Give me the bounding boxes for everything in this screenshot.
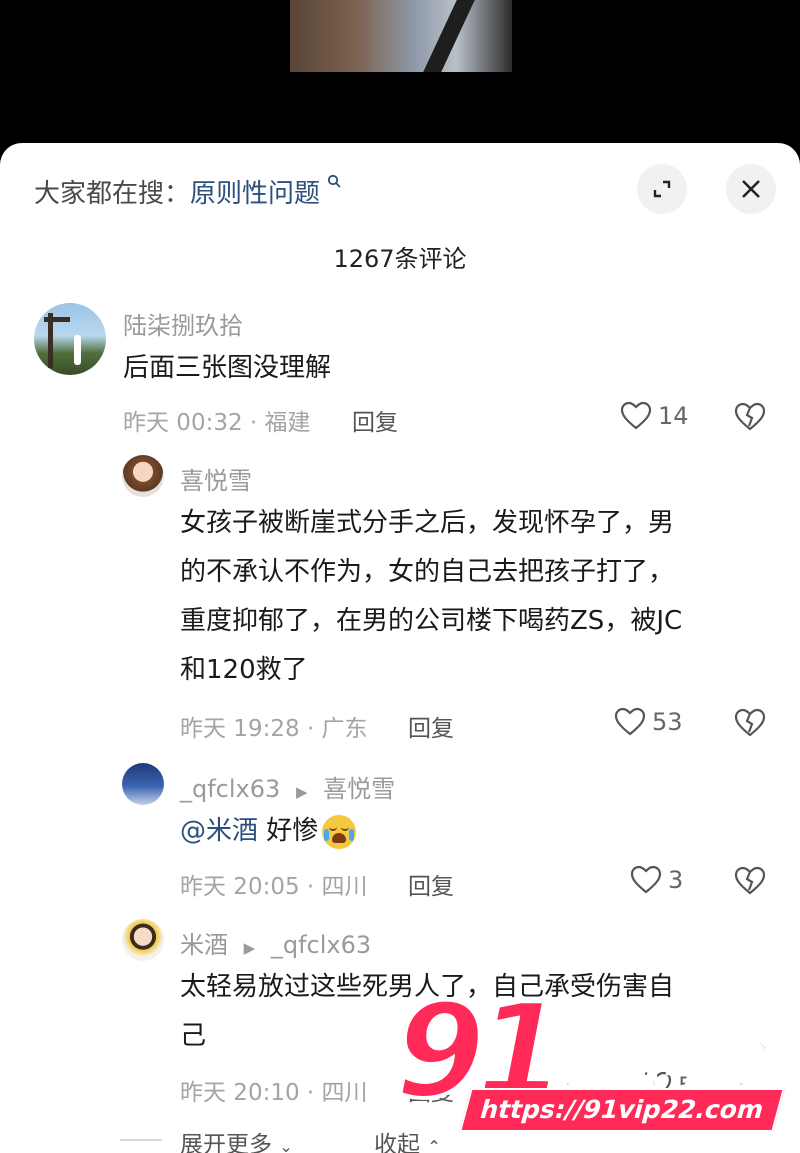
- comment-author[interactable]: _qfclx63: [180, 775, 280, 803]
- reply-button[interactable]: 回复: [408, 867, 454, 901]
- expand-more-label: 展开更多: [180, 1132, 272, 1153]
- avatar[interactable]: [122, 455, 164, 497]
- avatar[interactable]: [122, 763, 164, 805]
- comment-line: 己: [180, 1021, 207, 1051]
- heart-icon: [640, 1071, 672, 1100]
- comment-body: 好惨: [266, 816, 319, 846]
- close-icon: [742, 180, 760, 198]
- like-button[interactable]: 3: [630, 865, 683, 895]
- like-button[interactable]: 5: [640, 1071, 693, 1101]
- comment-time-location: 昨天 00:32 · 福建: [123, 410, 311, 436]
- reply-arrow-icon: ▶: [243, 939, 256, 957]
- like-count: 53: [652, 708, 683, 736]
- video-area[interactable]: [0, 0, 800, 160]
- divider: [120, 1139, 162, 1141]
- reply-button[interactable]: 回复: [352, 403, 398, 437]
- heart-icon: [630, 865, 662, 894]
- avatar[interactable]: [34, 303, 106, 375]
- comment-username[interactable]: _qfclx63 ▶ 喜悦雪: [180, 769, 395, 804]
- like-count: 5: [678, 1072, 694, 1100]
- reply-target-user[interactable]: 喜悦雪: [323, 775, 395, 803]
- comment-line: 和120救了: [180, 655, 308, 685]
- heart-icon: [614, 707, 646, 736]
- chevron-down-icon: ⌄: [279, 1137, 293, 1153]
- comment-time-location: 昨天 20:05 · 四川: [180, 874, 368, 900]
- reply-arrow-icon: ▶: [295, 783, 308, 801]
- collapse-label: 收起: [374, 1132, 420, 1153]
- dislike-button[interactable]: [734, 866, 766, 900]
- broken-heart-icon: [734, 708, 766, 737]
- comment-text: 女孩子被断崖式分手之后，发现怀孕了，男 的不承认不作为，女的自己去把孩子打了， …: [180, 499, 770, 695]
- reply-target-user[interactable]: _qfclx63: [271, 931, 371, 959]
- comment-author[interactable]: 米酒: [180, 931, 228, 959]
- avatar[interactable]: [122, 919, 164, 961]
- search-icon: [322, 173, 341, 192]
- chevron-up-icon: ⌃: [427, 1137, 441, 1153]
- reply-button[interactable]: 回复: [408, 1073, 454, 1107]
- comment-text: 太轻易放过这些死男人了，自己承受伤害自 己: [180, 963, 770, 1061]
- heart-icon: [620, 401, 652, 430]
- expand-more-button[interactable]: 展开更多 ⌄: [180, 1125, 293, 1153]
- comment-username[interactable]: 喜悦雪: [180, 461, 252, 496]
- comment-count: 1267条评论: [333, 245, 467, 273]
- expand-button[interactable]: [637, 164, 687, 214]
- reply-button[interactable]: 回复: [408, 709, 454, 743]
- comment-time-location: 昨天 19:28 · 广东: [180, 716, 368, 742]
- hot-search-prefix: 大家都在搜：: [34, 179, 191, 209]
- video-thumbnail: [290, 0, 512, 72]
- comment-username[interactable]: 米酒 ▶ _qfclx63: [180, 925, 371, 960]
- hot-search-suggestion[interactable]: 大家都在搜：原则性问题: [34, 173, 341, 210]
- dislike-button[interactable]: [734, 708, 766, 742]
- comment-text: @米酒 好惨: [180, 807, 357, 856]
- close-button[interactable]: [726, 164, 776, 214]
- like-count: 14: [658, 402, 689, 430]
- mention-link[interactable]: @米酒: [180, 816, 258, 846]
- comment-line: 女孩子被断崖式分手之后，发现怀孕了，男: [180, 508, 675, 538]
- broken-heart-icon: [734, 866, 766, 895]
- comment-line: 太轻易放过这些死男人了，自己承受伤害自: [180, 972, 675, 1002]
- comment-time-location: 昨天 20:10 · 四川: [180, 1080, 368, 1106]
- like-button[interactable]: 14: [620, 401, 689, 431]
- comment-username[interactable]: 陆柒捌玖拾: [123, 306, 243, 341]
- comment-line: 重度抑郁了，在男的公司楼下喝药ZS，被JC: [180, 606, 683, 636]
- hot-search-keyword[interactable]: 原则性问题: [190, 179, 320, 209]
- collapse-button[interactable]: 收起 ⌃: [374, 1125, 441, 1153]
- crying-emoji-icon: [322, 814, 357, 849]
- broken-heart-icon: [734, 402, 766, 431]
- comment-text: 后面三张图没理解: [123, 353, 332, 383]
- comment-line: 的不承认不作为，女的自己去把孩子打了，: [180, 557, 675, 587]
- dislike-button[interactable]: [734, 402, 766, 436]
- like-button[interactable]: 53: [614, 707, 683, 737]
- comments-sheet: 大家都在搜：原则性问题 1267条评论 陆柒捌玖拾 后面三张图没理解 昨天 00…: [0, 143, 800, 1153]
- expand-icon: [653, 180, 671, 198]
- like-count: 3: [668, 866, 684, 894]
